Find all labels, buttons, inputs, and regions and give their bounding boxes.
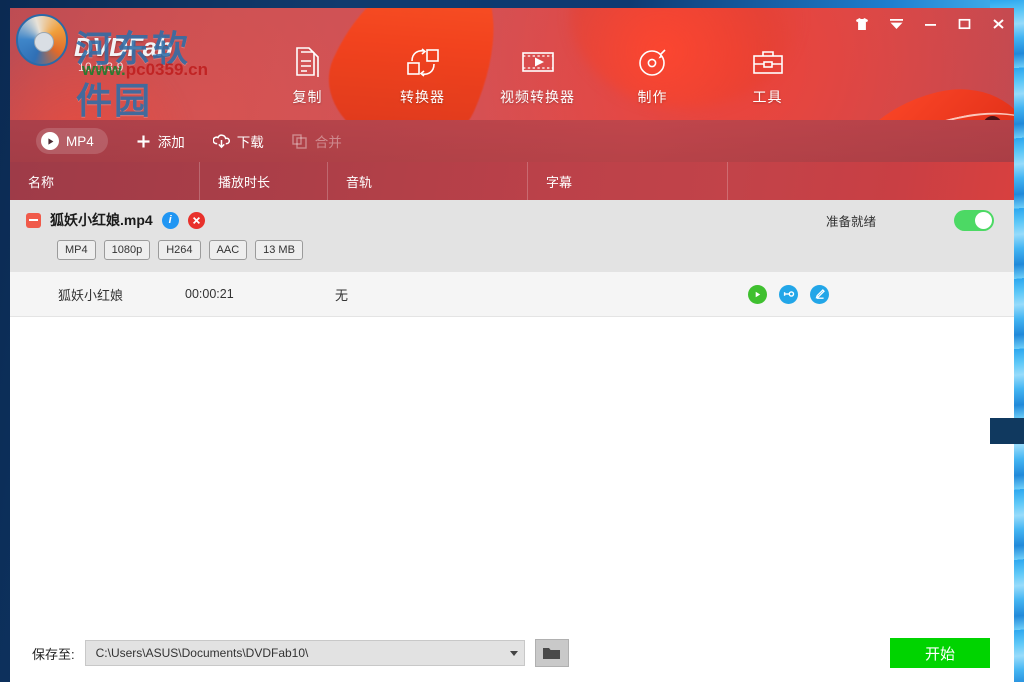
browse-folder-button[interactable] — [534, 639, 569, 667]
tag-audio-codec: AAC — [208, 240, 248, 260]
format-selector-mp4[interactable]: MP4 — [36, 128, 108, 154]
video-play-icon — [480, 42, 595, 82]
nav-item-create[interactable]: 制作 — [595, 42, 710, 107]
file-tag-list: MP4 1080p H264 AAC 13 MB — [10, 240, 1014, 260]
column-header-name: 名称 — [10, 162, 200, 200]
nav-label-create: 制作 — [637, 89, 668, 105]
app-header: DVDFab 10.0.3.9 河东软件园 www.pc0359.cn 复制 转… — [10, 8, 1014, 120]
output-path-value: C:\Users\ASUS\Documents\DVDFab10\ — [95, 646, 309, 660]
add-label: 添加 — [157, 135, 185, 150]
tag-file-size: 13 MB — [255, 240, 303, 260]
cloud-download-icon — [212, 133, 230, 148]
file-info-icon[interactable]: i — [161, 211, 179, 229]
format-toolbar: MP4 添加 下载 合并 — [10, 120, 1014, 162]
track-actions — [748, 284, 829, 304]
merge-button[interactable]: 合并 — [292, 131, 342, 151]
file-name-base: 狐妖小红娘 — [50, 212, 120, 228]
column-header-duration: 播放时长 — [200, 162, 328, 200]
tag-resolution: 1080p — [103, 240, 151, 260]
column-header-audio: 音轨 — [328, 162, 528, 200]
play-icon[interactable] — [748, 284, 767, 304]
tag-container-format: MP4 — [57, 240, 96, 260]
column-header-subtitle: 字幕 — [528, 162, 728, 200]
add-button[interactable]: 添加 — [136, 131, 185, 151]
plus-icon — [137, 135, 150, 147]
output-path-select[interactable]: C:\Users\ASUS\Documents\DVDFab10\ — [84, 640, 525, 666]
minimize-icon[interactable] — [920, 14, 940, 34]
brand-logo[interactable]: DVDFab 10.0.3.9 河东软件园 www.pc0359.cn — [14, 14, 224, 120]
track-audio: 无 — [335, 287, 349, 303]
convert-arrows-icon — [365, 42, 480, 82]
nav-item-tools[interactable]: 工具 — [710, 42, 825, 107]
start-button[interactable]: 开始 — [890, 638, 990, 668]
chevron-down-icon — [509, 650, 518, 656]
window-controls — [852, 14, 1008, 34]
maximize-icon[interactable] — [954, 14, 974, 34]
watermark-url-prefix: www. — [82, 60, 126, 79]
file-table-header: 名称 播放时长 音轨 字幕 — [10, 162, 1014, 200]
watermark-site-url: www.pc0359.cn — [82, 60, 208, 80]
copy-document-icon — [250, 42, 365, 82]
file-name-extension: .mp4 — [120, 212, 153, 228]
column-header-extra — [728, 162, 1014, 200]
desktop-background: DVDFab 10.0.3.9 河东软件园 www.pc0359.cn 复制 转… — [0, 0, 1024, 682]
theme-shirt-icon[interactable] — [852, 14, 872, 34]
collapse-minus-icon[interactable] — [26, 212, 41, 228]
file-remove-icon[interactable] — [187, 211, 205, 229]
nav-item-converter[interactable]: 转换器 — [365, 42, 480, 107]
disc-create-icon — [595, 42, 710, 82]
edit-pencil-icon[interactable] — [810, 284, 829, 304]
nav-label-video-converter: 视频转换器 — [500, 89, 575, 105]
content-area: 狐妖小红娘.mp4 i MP4 1080p H264 AAC 13 MB 准备就… — [10, 200, 1014, 682]
track-duration: 00:00:21 — [185, 287, 234, 301]
nav-item-copy[interactable]: 复制 — [250, 42, 365, 107]
download-label: 下载 — [236, 135, 264, 150]
track-row[interactable]: 狐妖小红娘 00:00:21 无 — [10, 272, 1014, 317]
format-label: MP4 — [66, 133, 94, 149]
toolbox-icon — [710, 42, 825, 82]
download-button[interactable]: 下载 — [212, 131, 264, 151]
bottom-action-bar: 保存至: C:\Users\ASUS\Documents\DVDFab10\ 开… — [10, 624, 1014, 682]
file-enable-toggle[interactable] — [954, 210, 994, 231]
nav-label-tools: 工具 — [752, 89, 783, 105]
status-badge: 准备就绪 — [825, 215, 876, 229]
dvdfab-disc-logo-icon — [16, 14, 68, 66]
format-disc-icon — [41, 132, 59, 150]
file-card: 狐妖小红娘.mp4 i MP4 1080p H264 AAC 13 MB 准备就… — [10, 200, 1014, 272]
nav-item-video-converter[interactable]: 视频转换器 — [480, 42, 595, 107]
watermark-url-domain: pc0359.cn — [125, 60, 208, 79]
main-navigation: 复制 转换器 视频转换器 制作 工具 — [250, 42, 825, 107]
nav-label-converter: 转换器 — [400, 89, 445, 105]
track-title: 狐妖小红娘 — [58, 287, 124, 303]
nav-label-copy: 复制 — [292, 89, 323, 105]
merge-label: 合并 — [314, 135, 342, 150]
folder-open-icon — [543, 647, 561, 659]
tag-video-codec: H264 — [158, 240, 201, 260]
file-name: 狐妖小红娘.mp4 — [50, 210, 153, 230]
close-icon[interactable] — [988, 14, 1008, 34]
menu-chevron-down-icon[interactable] — [886, 14, 906, 34]
settings-wrench-icon[interactable] — [779, 284, 798, 304]
save-to-label: 保存至: — [32, 646, 75, 662]
dvdfab-application-window: DVDFab 10.0.3.9 河东软件园 www.pc0359.cn 复制 转… — [10, 8, 1014, 682]
merge-copy-icon — [292, 133, 307, 149]
file-status-area: 准备就绪 — [826, 210, 994, 231]
